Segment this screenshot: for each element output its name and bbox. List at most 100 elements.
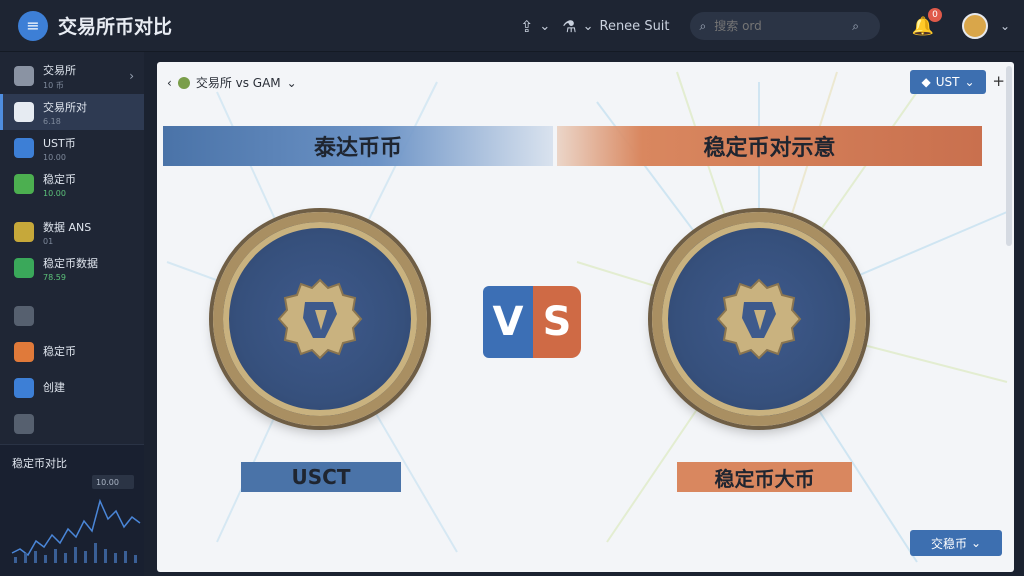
chart-tag: 10.00 — [96, 478, 119, 487]
sidebar-item-sub: 10 币 — [43, 80, 64, 90]
versus-v: V — [483, 286, 533, 358]
sidebar-item-label: 数据 ANS — [43, 220, 92, 234]
app-title: 交易所币对比 — [58, 16, 173, 38]
share-icon: ⇪ — [519, 16, 534, 36]
settings-icon — [14, 414, 34, 434]
sidebar-item-sub: 10.00 — [43, 188, 66, 198]
shield-icon — [14, 258, 34, 278]
top-right-controls: ⇪ ⌄ ⚗ ⌄ Renee Suit ⌕ ⌕ 🔔 0 ⌄ — [520, 0, 1010, 52]
chevron-down-icon: ⌄ — [970, 536, 982, 550]
coin-icon — [14, 342, 34, 362]
cube-icon — [14, 222, 34, 242]
search-input[interactable] — [714, 19, 845, 33]
bar — [64, 553, 67, 563]
bar — [104, 549, 107, 563]
sidebar-item-1[interactable]: 交易所对 6.18 — [0, 94, 144, 130]
scrollbar[interactable] — [1006, 66, 1012, 246]
sidebar: 交易所 10 币 › 交易所对 6.18 UST币 10.00 稳定币 10.00 数据 ANS 0… — [0, 52, 144, 576]
bar — [114, 553, 117, 563]
chart-bars-icon — [14, 378, 34, 398]
sidebar-item-6[interactable] — [0, 298, 144, 334]
sidebar-item-2[interactable]: UST币 10.00 — [0, 130, 144, 166]
share-button[interactable]: ⇪ ⌄ — [520, 17, 550, 36]
search-icon: ⌕ — [699, 18, 707, 33]
coin-left-label: USCT — [241, 462, 401, 492]
versus-s: S — [533, 286, 581, 358]
versus-badge: V S — [483, 284, 583, 360]
sidebar-item-text: 稳定币 — [43, 343, 76, 361]
bar — [24, 553, 27, 563]
sidebar-item-text: 交易所对 6.18 — [43, 99, 87, 126]
sidebar-item-sub: 6.18 — [43, 116, 61, 126]
chevron-right-icon[interactable]: › — [129, 69, 134, 83]
chevron-down-icon: ⌄ — [582, 18, 594, 34]
user-label: Renee Suit — [599, 18, 670, 34]
sidebar-item-text: 交易所 10 币 — [43, 62, 76, 91]
coin-left-icon[interactable] — [213, 212, 427, 426]
bar — [34, 551, 37, 563]
breadcrumb[interactable]: ‹ 交易所 vs GAM ⌄ — [167, 74, 297, 91]
sidebar-item-label: 交易所 — [43, 63, 76, 77]
sidebar-item-sub: 10.00 — [43, 152, 66, 162]
chevron-down-icon[interactable]: ⌄ — [1000, 19, 1010, 33]
sidebar-item-text: 创建 — [43, 379, 65, 397]
sidebar-item-label: 稳定币 — [43, 345, 76, 358]
sidebar-item-9[interactable] — [0, 406, 144, 442]
swap-button-label: 交稳币 — [930, 536, 967, 551]
stable-icon — [14, 174, 34, 194]
sidebar-chart-title: 稳定币对比 — [12, 457, 67, 470]
bar — [54, 549, 57, 563]
exchange-logo-icon — [177, 76, 190, 89]
coin-right-icon[interactable] — [652, 212, 866, 426]
sidebar-item-0[interactable]: 交易所 10 币 › — [0, 58, 144, 94]
swap-button[interactable]: 交稳币 ⌄ — [910, 530, 1002, 556]
sparkline-chart: 10.00 — [11, 475, 141, 563]
trash-icon — [14, 306, 34, 326]
breadcrumb-label: 交易所 vs GAM — [195, 76, 281, 90]
sidebar-item-text: 数据 ANS 01 — [43, 219, 91, 246]
chevron-down-icon: ⌄ — [539, 18, 551, 34]
coin-right-label: 稳定币大币 — [677, 462, 852, 492]
sidebar-item-label: UST币 — [43, 136, 76, 150]
ust-icon — [14, 138, 34, 158]
add-button[interactable]: + — [992, 72, 1005, 90]
sidebar-item-sub: 78.59 — [43, 272, 66, 282]
notification-badge: 0 — [927, 7, 942, 22]
search-box[interactable]: ⌕ ⌕ — [689, 12, 880, 40]
notification-button[interactable]: 🔔 0 — [912, 7, 942, 37]
sidebar-item-text: 稳定币 10.00 — [43, 171, 76, 198]
ust-select-button[interactable]: ◆ UST ⌄ — [910, 70, 986, 94]
sidebar-item-8[interactable]: 创建 — [0, 370, 144, 406]
gear-emblem-icon — [277, 278, 363, 360]
chevron-down-icon: ⌄ — [964, 75, 975, 89]
sidebar-item-label: 交易所对 — [43, 100, 87, 114]
bar — [134, 555, 137, 563]
ust-button-label: UST — [935, 75, 960, 89]
gear-emblem-icon — [716, 278, 802, 360]
bar — [74, 547, 77, 563]
hamburger-icon[interactable]: ≡ — [18, 10, 48, 41]
sidebar-chart-panel: 稳定币对比 10.00 — [0, 444, 144, 576]
diamond-icon: ◆ — [921, 75, 931, 89]
sidebar-item-text: UST币 10.00 — [43, 135, 76, 162]
user-menu-button[interactable]: ⚗ ⌄ Renee Suit — [562, 17, 669, 36]
sidebar-item-5[interactable]: 稳定币数据 78.59 — [0, 250, 144, 286]
bar — [44, 555, 47, 563]
sidebar-item-7[interactable]: 稳定币 — [0, 334, 144, 370]
search-submit-icon[interactable]: ⌕ — [852, 19, 859, 34]
exchange-icon — [14, 102, 34, 122]
sidebar-item-3[interactable]: 稳定币 10.00 — [0, 166, 144, 202]
wallet-icon — [14, 66, 34, 86]
avatar[interactable] — [961, 13, 988, 39]
bar — [84, 551, 87, 563]
chevron-down-icon[interactable]: ⌄ — [287, 76, 297, 90]
sidebar-item-4[interactable]: 数据 ANS 01 — [0, 214, 144, 250]
banner-right: 稳定币对示意 — [557, 126, 982, 166]
main-panel: ‹ 交易所 vs GAM ⌄ ◆ UST ⌄ + 泰达币币 稳定币对示意 V S — [157, 62, 1014, 572]
app-window: ≡ 交易所币对比 ⇪ ⌄ ⚗ ⌄ Renee Suit ⌕ ⌕ 🔔 0 ⌄ — [0, 0, 1024, 576]
bar — [124, 551, 127, 563]
back-icon[interactable]: ‹ — [167, 76, 172, 90]
sidebar-item-label: 稳定币数据 — [43, 256, 98, 270]
